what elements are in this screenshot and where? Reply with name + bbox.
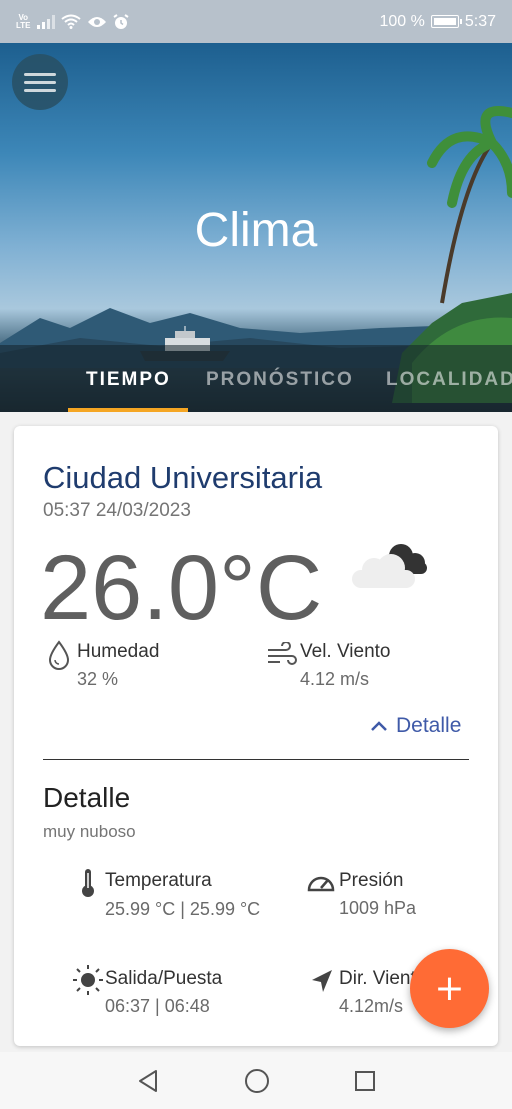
recents-button[interactable] bbox=[354, 1070, 376, 1092]
current-temperature: 26.0°C bbox=[40, 537, 323, 639]
sun-icon bbox=[73, 965, 103, 995]
signal-icon bbox=[36, 14, 55, 29]
city-name: Ciudad Universitaria bbox=[43, 460, 323, 495]
pressure-label: Presión bbox=[339, 870, 404, 891]
detail-toggle-label: Detalle bbox=[396, 714, 462, 737]
tab-bar: TIEMPO PRONÓSTICO LOCALIDAD bbox=[0, 345, 512, 412]
water-drop-icon bbox=[48, 640, 70, 670]
active-tab-indicator bbox=[68, 408, 188, 412]
sunrise-sunset-label: Salida/Puesta bbox=[105, 968, 223, 989]
recents-icon bbox=[355, 1070, 375, 1091]
status-left: Vo LTE bbox=[16, 12, 129, 30]
navigation-arrow-icon bbox=[312, 970, 332, 992]
status-time: 5:37 bbox=[464, 12, 496, 30]
wind-direction-value: 4.12m/s bbox=[339, 996, 404, 1016]
back-icon bbox=[139, 1069, 157, 1092]
alarm-icon bbox=[112, 13, 129, 29]
home-icon bbox=[245, 1068, 269, 1093]
tab-tiempo[interactable]: TIEMPO bbox=[86, 369, 171, 391]
home-button[interactable] bbox=[244, 1068, 270, 1094]
cloudy-icon bbox=[352, 544, 427, 588]
wind-icon bbox=[268, 642, 297, 665]
navigation-bar bbox=[0, 1052, 512, 1109]
status-bar: Vo LTE 100 % 5:37 bbox=[0, 0, 512, 43]
sunrise-sunset-value: 06:37 | 06:48 bbox=[105, 996, 210, 1016]
wifi-icon bbox=[60, 14, 81, 29]
humidity-label: Humedad bbox=[77, 641, 160, 662]
back-button[interactable] bbox=[136, 1069, 160, 1093]
wind-speed-label: Vel. Viento bbox=[300, 641, 391, 662]
chevron-up-icon bbox=[371, 721, 387, 731]
weather-card: Ciudad Universitaria 05:37 24/03/2023 26… bbox=[14, 426, 498, 1046]
tab-localidad[interactable]: LOCALIDAD bbox=[386, 369, 512, 391]
volte-indicator: Vo LTE bbox=[16, 12, 31, 30]
pressure-value: 1009 hPa bbox=[339, 898, 417, 918]
detail-description: muy nuboso bbox=[43, 822, 136, 841]
wind-speed-value: 4.12 m/s bbox=[300, 669, 370, 689]
header-hero: Clima TIEMPO PRONÓSTICO LOCALIDAD bbox=[0, 43, 512, 412]
menu-button[interactable] bbox=[12, 54, 68, 110]
update-datetime: 05:37 24/03/2023 bbox=[43, 500, 191, 521]
tab-pronostico[interactable]: PRONÓSTICO bbox=[206, 369, 354, 391]
detail-toggle-button[interactable]: Detalle bbox=[370, 714, 461, 738]
temperature-label: Temperatura bbox=[105, 870, 212, 891]
status-right: 100 % 5:37 bbox=[379, 13, 496, 31]
temperature-value: 25.99 °C | 25.99 °C bbox=[105, 899, 261, 919]
plus-icon: + bbox=[434, 968, 465, 1009]
gauge-icon bbox=[307, 876, 335, 892]
humidity-value: 32 % bbox=[77, 669, 119, 689]
divider bbox=[43, 759, 469, 760]
battery-percent: 100 % bbox=[379, 12, 425, 30]
battery-icon bbox=[430, 15, 462, 28]
add-location-fab[interactable]: + bbox=[410, 949, 489, 1028]
hamburger-menu-icon bbox=[24, 68, 56, 97]
eye-icon bbox=[87, 16, 106, 27]
thermometer-icon bbox=[82, 869, 94, 897]
detail-title: Detalle bbox=[43, 782, 131, 813]
page-title: Clima bbox=[194, 204, 318, 257]
